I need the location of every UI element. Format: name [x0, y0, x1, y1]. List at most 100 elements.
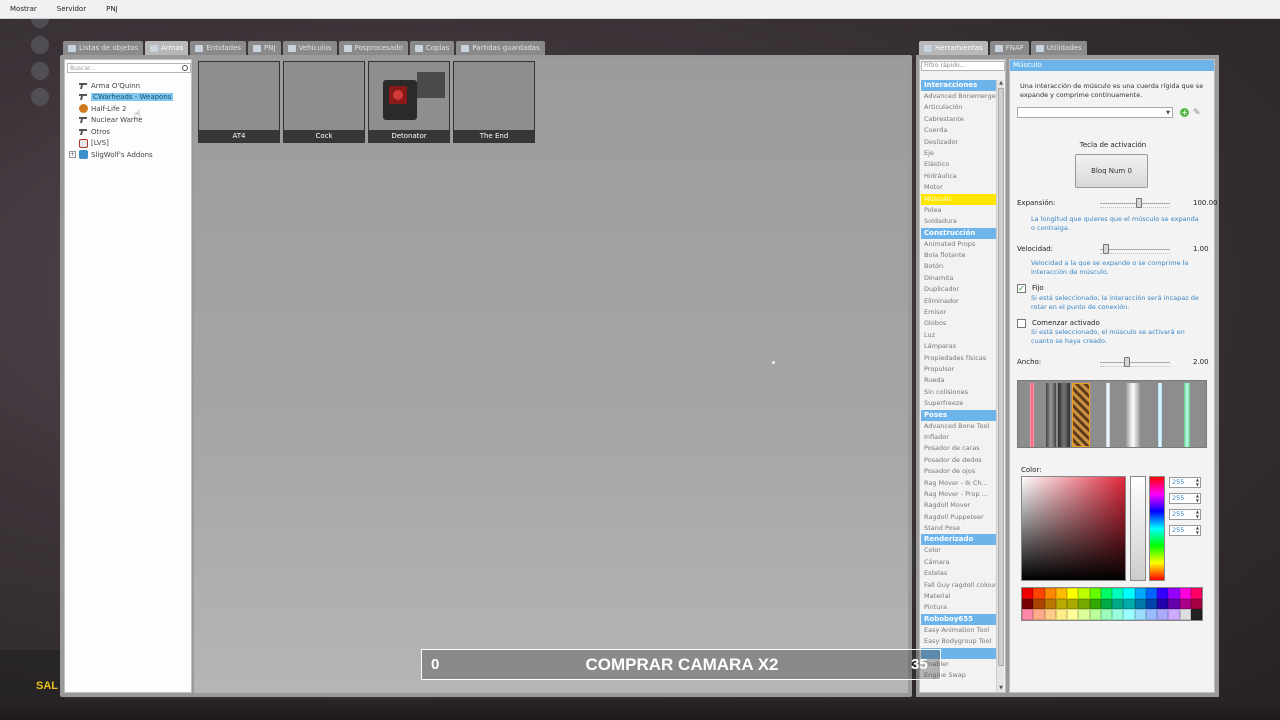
color-palette[interactable] [1021, 587, 1203, 621]
category-header[interactable]: Poses [921, 409, 996, 421]
color-swatch[interactable] [1044, 598, 1056, 610]
tree-item-cwarheads[interactable]: CWarheads - Weapons [67, 92, 191, 104]
color-swatch[interactable] [1112, 598, 1124, 610]
green-input[interactable]: 255 ▲ ▼ [1169, 493, 1201, 504]
tool-item[interactable]: Bola flotante [921, 250, 996, 261]
edit-preset-icon[interactable]: ✎ [1193, 108, 1201, 118]
tool-item[interactable]: Duplicador [921, 284, 996, 295]
expand-icon[interactable]: + [69, 151, 76, 159]
tool-item[interactable]: Soldadura [921, 216, 996, 227]
scroll-up-icon[interactable]: ▲ [997, 80, 1005, 87]
color-swatch[interactable] [1055, 588, 1067, 599]
color-swatch[interactable] [1044, 588, 1056, 599]
tool-item[interactable]: Posador de dedos [921, 455, 996, 466]
tool-item[interactable]: Posador de ojos [921, 466, 996, 477]
tool-item[interactable]: Advanced Bone Tool [921, 421, 996, 432]
color-swatch[interactable] [1190, 598, 1202, 610]
red-input[interactable]: 255 ▲ ▼ [1169, 477, 1201, 488]
color-swatch[interactable] [1190, 609, 1202, 620]
tool-item[interactable]: Músculo [921, 193, 996, 205]
spinner-icon[interactable]: ▲ ▼ [1196, 477, 1199, 487]
color-swatch[interactable] [1022, 598, 1034, 610]
tab-dupes[interactable]: Copias [409, 41, 455, 55]
activation-key-button[interactable]: Bloq Num 0 [1075, 154, 1148, 188]
spawnicon-at4[interactable]: AT4 [198, 61, 280, 143]
color-swatch[interactable] [1089, 598, 1101, 610]
color-swatch[interactable] [1100, 588, 1112, 599]
color-swatch[interactable] [1112, 609, 1124, 620]
tool-item[interactable]: Superfreeze [921, 398, 996, 409]
color-swatch[interactable] [1078, 609, 1090, 620]
color-swatch[interactable] [1123, 609, 1135, 620]
tree-item-arma-oquinn[interactable]: Arma O'Quinn [67, 80, 191, 92]
hue-bar[interactable] [1149, 476, 1165, 581]
scroll-down-icon[interactable]: ▼ [997, 685, 1005, 692]
tab-prop-lists[interactable]: Listas de objetos [63, 41, 144, 55]
tool-item[interactable]: Cabrestante [921, 114, 996, 125]
spinner-icon[interactable]: ▲ ▼ [1196, 509, 1199, 519]
tool-item[interactable]: Pintura [921, 602, 996, 613]
tool-item[interactable]: Estelas [921, 568, 996, 579]
tab-vehicles[interactable]: Vehículos [282, 41, 337, 55]
tool-item[interactable]: Rueda [921, 375, 996, 386]
color-swatch[interactable] [1044, 609, 1056, 620]
spawnicon-cock[interactable]: Cock [283, 61, 365, 143]
color-swatch[interactable] [1157, 609, 1169, 620]
category-header[interactable]: Renderizado [921, 534, 996, 546]
tool-item[interactable]: Animated Props [921, 239, 996, 250]
tab-tools[interactable]: Herramientas [919, 41, 988, 55]
tool-item[interactable]: Propiedades físicas [921, 353, 996, 364]
tab-saves[interactable]: Partidas guardadas [456, 41, 545, 55]
width-value[interactable]: 2.00 [1193, 358, 1209, 366]
color-swatch[interactable] [1157, 588, 1169, 599]
tool-item[interactable]: Advanced Bonemerge [921, 91, 996, 102]
tool-item[interactable]: Fall Guy ragdoll colour [921, 580, 996, 591]
tool-item[interactable]: Polea [921, 205, 996, 216]
tab-utilities[interactable]: Utilidades [1030, 41, 1087, 55]
expansion-value[interactable]: 100.00 [1193, 199, 1218, 207]
color-swatch[interactable] [1033, 609, 1045, 620]
spinner-icon[interactable]: ▲ ▼ [1196, 493, 1199, 503]
color-swatch[interactable] [1067, 609, 1079, 620]
tool-item[interactable]: Stand Pose [921, 523, 996, 534]
material-option[interactable] [1058, 383, 1070, 447]
tab-entities[interactable]: Entidades [190, 41, 247, 55]
tool-item[interactable]: Articulación [921, 102, 996, 113]
expansion-slider[interactable]: Expansión: 100.00 [1017, 198, 1218, 209]
tool-item[interactable]: Cuerda [921, 125, 996, 136]
color-swatch[interactable] [1168, 609, 1180, 620]
material-option[interactable] [1046, 383, 1056, 447]
category-header[interactable]: Construcción [921, 227, 996, 239]
tool-item[interactable]: Ragdoll Mover [921, 500, 996, 511]
tree-item-half-life-2[interactable]: Half-Life 2 [67, 103, 191, 115]
spawnicon-the-end[interactable]: The End [453, 61, 535, 143]
tool-item[interactable]: Ragdoll Puppeteer [921, 512, 996, 523]
color-swatch[interactable] [1022, 609, 1034, 620]
speed-slider[interactable]: Velocidad: 1.00 [1017, 244, 1213, 255]
color-swatch[interactable] [1067, 588, 1079, 599]
tool-item[interactable]: Inflador [921, 432, 996, 443]
color-swatch[interactable] [1157, 598, 1169, 610]
tree-item-lvs[interactable]: [LVS] [67, 138, 191, 150]
tool-item[interactable]: Propulsor [921, 364, 996, 375]
color-swatch[interactable] [1089, 588, 1101, 599]
color-swatch[interactable] [1179, 609, 1191, 620]
color-swatch[interactable] [1112, 588, 1124, 599]
tree-item-sligwolf[interactable]: + SligWolf's Addons [67, 149, 191, 161]
quick-filter-input[interactable]: Filtro rápido... [921, 61, 1005, 71]
color-swatch[interactable] [1145, 588, 1157, 599]
slider-knob[interactable] [1102, 244, 1109, 254]
tool-item[interactable]: Posador de caras [921, 443, 996, 454]
material-option[interactable] [1158, 383, 1162, 447]
material-option[interactable] [1030, 383, 1034, 447]
blue-input[interactable]: 255 ▲ ▼ [1169, 509, 1201, 520]
tool-item[interactable]: Color [921, 545, 996, 556]
spinner-icon[interactable]: ▲ ▼ [1196, 525, 1199, 535]
color-swatch[interactable] [1100, 609, 1112, 620]
tool-item[interactable]: Emisor [921, 307, 996, 318]
tab-weapons[interactable]: Armas [145, 41, 189, 55]
color-swatch[interactable] [1168, 588, 1180, 599]
category-header[interactable]: Interacciones [921, 80, 996, 91]
color-swatch[interactable] [1134, 598, 1146, 610]
tool-item[interactable]: Rag Mover - Ik Ch... [921, 478, 996, 489]
